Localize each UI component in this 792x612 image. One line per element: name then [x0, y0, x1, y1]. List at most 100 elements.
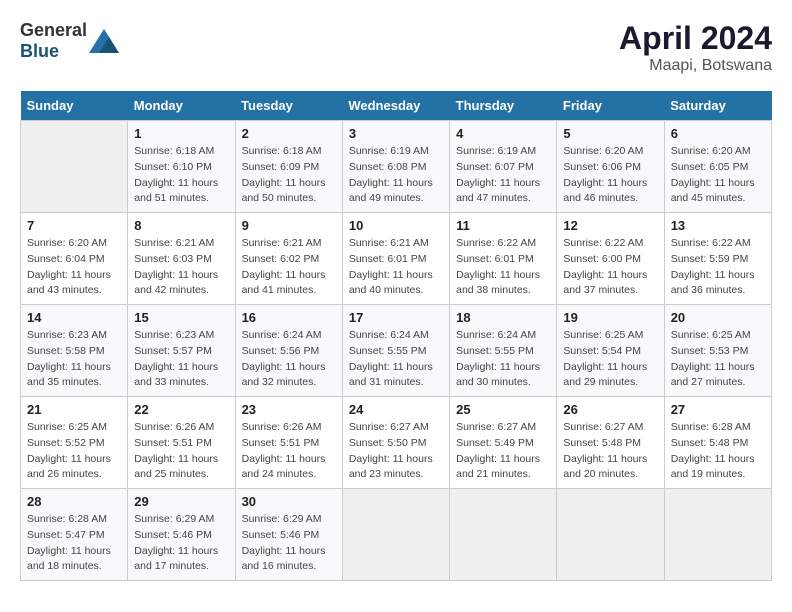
calendar-cell: 1Sunrise: 6:18 AMSunset: 6:10 PMDaylight…	[128, 121, 235, 213]
week-row-2: 7 Sunrise: 6:20 AMSunset: 6:04 PMDaylight…	[21, 213, 772, 305]
calendar-cell: 18 Sunrise: 6:24 AMSunset: 5:55 PMDayligh…	[450, 305, 557, 397]
day-info: Sunrise: 6:20 AMSunset: 6:05 PMDaylight:…	[671, 144, 765, 207]
page-header: General Blue April 2024 Maapi, Botswana	[20, 20, 772, 75]
calendar-cell: 8 Sunrise: 6:21 AMSunset: 6:03 PMDaylight…	[128, 213, 235, 305]
day-number: 8	[134, 218, 228, 233]
week-row-3: 14 Sunrise: 6:23 AMSunset: 5:58 PMDayligh…	[21, 305, 772, 397]
calendar-cell: 2 Sunrise: 6:18 AMSunset: 6:09 PMDaylight…	[235, 121, 342, 213]
day-info: Sunrise: 6:25 AMSunset: 5:54 PMDaylight:…	[563, 328, 657, 391]
calendar-cell: 22 Sunrise: 6:26 AMSunset: 5:51 PMDayligh…	[128, 397, 235, 489]
day-number: 26	[563, 402, 657, 417]
day-info: Sunrise: 6:21 AMSunset: 6:01 PMDaylight:…	[349, 236, 443, 299]
day-number: 22	[134, 402, 228, 417]
logo: General Blue	[20, 20, 119, 62]
day-info: Sunrise: 6:29 AMSunset: 5:46 PMDaylight:…	[134, 512, 228, 575]
header-cell-friday: Friday	[557, 91, 664, 121]
day-info: Sunrise: 6:20 AMSunset: 6:04 PMDaylight:…	[27, 236, 121, 299]
day-info: Sunrise: 6:27 AMSunset: 5:48 PMDaylight:…	[563, 420, 657, 483]
day-number: 10	[349, 218, 443, 233]
day-number: 1	[134, 126, 228, 141]
day-number: 9	[242, 218, 336, 233]
calendar-cell: 7 Sunrise: 6:20 AMSunset: 6:04 PMDaylight…	[21, 213, 128, 305]
day-number: 13	[671, 218, 765, 233]
day-number: 23	[242, 402, 336, 417]
calendar-cell: 16Sunrise: 6:24 AMSunset: 5:56 PMDayligh…	[235, 305, 342, 397]
day-number: 7	[27, 218, 121, 233]
logo-general: General	[20, 20, 87, 40]
calendar-cell: 23 Sunrise: 6:26 AMSunset: 5:51 PMDayligh…	[235, 397, 342, 489]
calendar-cell: 11Sunrise: 6:22 AMSunset: 6:01 PMDayligh…	[450, 213, 557, 305]
header-cell-monday: Monday	[128, 91, 235, 121]
day-number: 18	[456, 310, 550, 325]
day-info: Sunrise: 6:27 AMSunset: 5:49 PMDaylight:…	[456, 420, 550, 483]
day-info: Sunrise: 6:22 AMSunset: 6:00 PMDaylight:…	[563, 236, 657, 299]
day-number: 4	[456, 126, 550, 141]
header-cell-thursday: Thursday	[450, 91, 557, 121]
calendar-cell: 28 Sunrise: 6:28 AMSunset: 5:47 PMDayligh…	[21, 489, 128, 581]
header-row: SundayMondayTuesdayWednesdayThursdayFrid…	[21, 91, 772, 121]
week-row-1: 1Sunrise: 6:18 AMSunset: 6:10 PMDaylight…	[21, 121, 772, 213]
calendar-cell	[557, 489, 664, 581]
day-number: 14	[27, 310, 121, 325]
day-info: Sunrise: 6:19 AMSunset: 6:07 PMDaylight:…	[456, 144, 550, 207]
calendar-cell: 27Sunrise: 6:28 AMSunset: 5:48 PMDayligh…	[664, 397, 771, 489]
calendar-cell: 15 Sunrise: 6:23 AMSunset: 5:57 PMDayligh…	[128, 305, 235, 397]
day-info: Sunrise: 6:24 AMSunset: 5:55 PMDaylight:…	[349, 328, 443, 391]
day-info: Sunrise: 6:23 AMSunset: 5:57 PMDaylight:…	[134, 328, 228, 391]
day-info: Sunrise: 6:27 AMSunset: 5:50 PMDaylight:…	[349, 420, 443, 483]
day-number: 5	[563, 126, 657, 141]
calendar-cell: 24 Sunrise: 6:27 AMSunset: 5:50 PMDayligh…	[342, 397, 449, 489]
calendar-cell: 6 Sunrise: 6:20 AMSunset: 6:05 PMDaylight…	[664, 121, 771, 213]
subtitle: Maapi, Botswana	[619, 57, 772, 75]
day-number: 21	[27, 402, 121, 417]
day-number: 15	[134, 310, 228, 325]
day-info: Sunrise: 6:25 AMSunset: 5:53 PMDaylight:…	[671, 328, 765, 391]
title-section: April 2024 Maapi, Botswana	[619, 20, 772, 75]
calendar-cell: 5 Sunrise: 6:20 AMSunset: 6:06 PMDaylight…	[557, 121, 664, 213]
calendar-cell	[664, 489, 771, 581]
day-number: 29	[134, 494, 228, 509]
header-cell-wednesday: Wednesday	[342, 91, 449, 121]
main-title: April 2024	[619, 20, 772, 57]
week-row-4: 21Sunrise: 6:25 AMSunset: 5:52 PMDayligh…	[21, 397, 772, 489]
day-info: Sunrise: 6:22 AMSunset: 5:59 PMDaylight:…	[671, 236, 765, 299]
day-number: 12	[563, 218, 657, 233]
day-number: 28	[27, 494, 121, 509]
day-number: 27	[671, 402, 765, 417]
header-cell-saturday: Saturday	[664, 91, 771, 121]
day-info: Sunrise: 6:24 AMSunset: 5:55 PMDaylight:…	[456, 328, 550, 391]
day-number: 6	[671, 126, 765, 141]
calendar-cell: 9 Sunrise: 6:21 AMSunset: 6:02 PMDaylight…	[235, 213, 342, 305]
day-number: 25	[456, 402, 550, 417]
day-number: 2	[242, 126, 336, 141]
logo-icon	[89, 29, 119, 53]
calendar-cell: 19 Sunrise: 6:25 AMSunset: 5:54 PMDayligh…	[557, 305, 664, 397]
calendar-cell	[21, 121, 128, 213]
calendar-table: SundayMondayTuesdayWednesdayThursdayFrid…	[20, 91, 772, 581]
header-cell-sunday: Sunday	[21, 91, 128, 121]
day-info: Sunrise: 6:21 AMSunset: 6:03 PMDaylight:…	[134, 236, 228, 299]
day-info: Sunrise: 6:21 AMSunset: 6:02 PMDaylight:…	[242, 236, 336, 299]
calendar-cell: 25 Sunrise: 6:27 AMSunset: 5:49 PMDayligh…	[450, 397, 557, 489]
calendar-cell: 14 Sunrise: 6:23 AMSunset: 5:58 PMDayligh…	[21, 305, 128, 397]
calendar-cell: 29 Sunrise: 6:29 AMSunset: 5:46 PMDayligh…	[128, 489, 235, 581]
day-info: Sunrise: 6:22 AMSunset: 6:01 PMDaylight:…	[456, 236, 550, 299]
calendar-cell: 12 Sunrise: 6:22 AMSunset: 6:00 PMDayligh…	[557, 213, 664, 305]
day-info: Sunrise: 6:26 AMSunset: 5:51 PMDaylight:…	[134, 420, 228, 483]
day-number: 17	[349, 310, 443, 325]
calendar-cell: 26 Sunrise: 6:27 AMSunset: 5:48 PMDayligh…	[557, 397, 664, 489]
header-cell-tuesday: Tuesday	[235, 91, 342, 121]
day-info: Sunrise: 6:19 AMSunset: 6:08 PMDaylight:…	[349, 144, 443, 207]
logo-blue: Blue	[20, 41, 59, 61]
calendar-cell	[450, 489, 557, 581]
day-number: 3	[349, 126, 443, 141]
day-info: Sunrise: 6:28 AMSunset: 5:47 PMDaylight:…	[27, 512, 121, 575]
logo-text: General Blue	[20, 20, 87, 62]
day-number: 24	[349, 402, 443, 417]
day-number: 19	[563, 310, 657, 325]
day-info: Sunrise: 6:29 AMSunset: 5:46 PMDaylight:…	[242, 512, 336, 575]
day-info: Sunrise: 6:20 AMSunset: 6:06 PMDaylight:…	[563, 144, 657, 207]
day-info: Sunrise: 6:23 AMSunset: 5:58 PMDaylight:…	[27, 328, 121, 391]
day-info: Sunrise: 6:18 AMSunset: 6:09 PMDaylight:…	[242, 144, 336, 207]
day-info: Sunrise: 6:26 AMSunset: 5:51 PMDaylight:…	[242, 420, 336, 483]
